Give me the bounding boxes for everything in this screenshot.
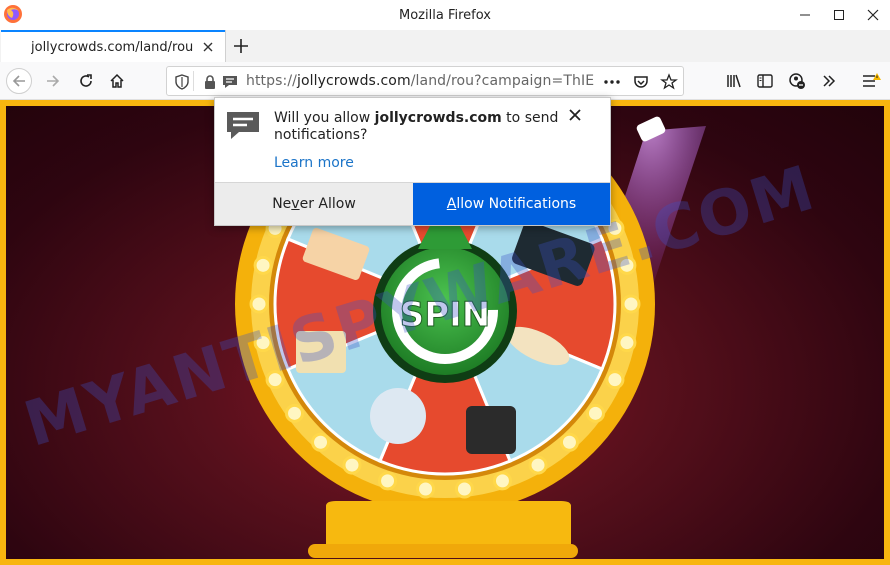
new-tab-plus-icon[interactable] (230, 35, 252, 57)
wheel-bulb (605, 370, 625, 390)
wheel-bulb (253, 255, 273, 275)
wheel-bulb (249, 294, 269, 314)
popup-message: Will you allow jollycrowds.com to send n… (274, 110, 559, 143)
tab-jollycrowds[interactable]: jollycrowds.com/land/rou (1, 30, 225, 62)
wheel-bulb (454, 479, 474, 499)
library-button[interactable] (721, 68, 747, 94)
wheel-bulb (621, 294, 641, 314)
arrow-left-icon (12, 75, 25, 87)
url-text: https://jollycrowds.com/land/rou?campaig… (246, 73, 595, 89)
never-allow-button[interactable]: Ne v er Allow (215, 183, 413, 225)
learn-more-link[interactable]: Learn more (274, 155, 354, 171)
chevron-double-right-icon (823, 75, 836, 87)
home-button[interactable] (104, 68, 130, 94)
account-button[interactable] (784, 68, 810, 94)
wheel-bulb (342, 455, 362, 475)
prize-coffee-machine (466, 406, 516, 454)
pocket-icon[interactable] (632, 73, 650, 91)
minimize-icon (800, 14, 810, 16)
tab-strip: jollycrowds.com/land/rou (0, 30, 890, 62)
sidebar-button[interactable] (752, 68, 778, 94)
tab-close-icon[interactable] (201, 40, 215, 54)
close-window-button[interactable] (856, 0, 890, 30)
sidebar-icon (757, 74, 773, 88)
wheel-bulb (559, 432, 579, 452)
navigation-toolbar: https://jollycrowds.com/land/rou?campaig… (0, 62, 890, 100)
minimize-button[interactable] (788, 0, 822, 30)
allow-notifications-button[interactable]: Allow Notifications (413, 183, 610, 225)
maximize-icon (834, 10, 844, 20)
wheel-bulb (378, 471, 398, 491)
wheel-bulb (492, 471, 512, 491)
close-icon (867, 9, 879, 21)
lock-icon[interactable] (201, 73, 219, 91)
window-titlebar: Mozilla Firefox (0, 0, 890, 30)
wheel-bulb (311, 432, 331, 452)
url-bar[interactable]: https://jollycrowds.com/land/rou?campaig… (166, 66, 684, 96)
reload-button[interactable] (73, 68, 99, 94)
notification-permission-icon[interactable] (221, 73, 239, 91)
popup-close-icon[interactable] (568, 108, 582, 122)
window-title: Mozilla Firefox (399, 7, 491, 23)
page-actions-ellipsis-icon[interactable] (603, 73, 621, 91)
wheel-bulb (617, 333, 637, 353)
notification-permission-popup: Will you allow jollycrowds.com to send n… (214, 97, 611, 226)
hamburger-menu-icon (863, 73, 881, 87)
forward-button[interactable] (40, 68, 66, 94)
chat-bubble-icon (227, 112, 259, 139)
wheel-bulb (416, 479, 436, 499)
wheel-bulb (585, 403, 605, 423)
firefox-icon (4, 5, 22, 23)
wheel-stand (308, 501, 578, 558)
bookmark-star-icon[interactable] (660, 73, 678, 91)
library-icon (727, 74, 741, 88)
wheel-bulb (528, 455, 548, 475)
prize-drone (370, 388, 426, 444)
app-menu-button[interactable] (858, 68, 884, 94)
shield-icon[interactable] (173, 73, 191, 91)
arrow-right-icon (47, 75, 60, 87)
home-icon (110, 73, 124, 88)
account-blocked-icon (789, 73, 805, 89)
urlbar-separator (193, 71, 194, 91)
back-button[interactable] (6, 68, 32, 94)
overflow-menu-button[interactable] (816, 68, 842, 94)
maximize-button[interactable] (822, 0, 856, 30)
tab-title: jollycrowds.com/land/rou (31, 39, 194, 55)
reload-icon (80, 74, 92, 87)
wheel-bulb (285, 403, 305, 423)
